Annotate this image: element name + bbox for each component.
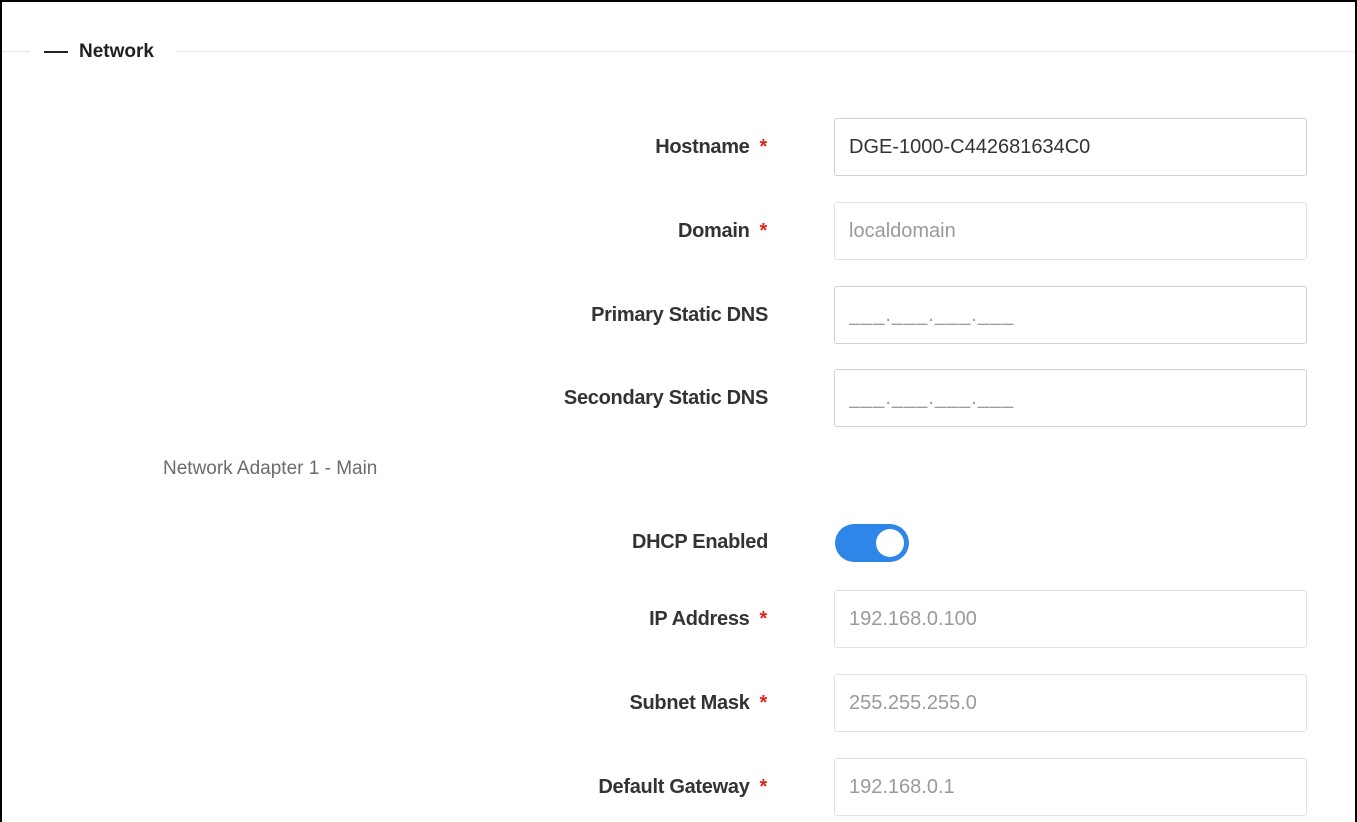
dhcp-row: DHCP Enabled xyxy=(2,513,1357,571)
network-section-header[interactable]: Network xyxy=(30,38,176,66)
subnet-mask-input[interactable] xyxy=(834,674,1307,732)
required-indicator: * xyxy=(759,691,768,714)
dhcp-label: DHCP Enabled xyxy=(631,530,768,553)
required-indicator: * xyxy=(759,607,768,630)
dhcp-toggle[interactable] xyxy=(835,524,909,562)
secondary-dns-input[interactable] xyxy=(834,369,1307,427)
ip-address-label: IP Address * xyxy=(649,607,768,630)
domain-row: Domain * xyxy=(2,202,1357,260)
section-title: Network xyxy=(79,41,154,62)
network-settings-panel: Network Hostname* Domain* Primary Static… xyxy=(0,0,1357,822)
secondary-dns-label: Secondary Static DNS xyxy=(563,386,768,409)
domain-input[interactable] xyxy=(834,202,1307,260)
primary-dns-label: Primary Static DNS xyxy=(591,303,768,326)
section-divider xyxy=(2,51,1355,52)
primary-dns-input[interactable] xyxy=(834,286,1307,344)
minus-icon[interactable] xyxy=(44,51,68,53)
default-gateway-input[interactable] xyxy=(834,758,1307,816)
required-indicator: * xyxy=(759,135,768,158)
toggle-knob xyxy=(876,529,904,557)
default-gateway-label: Default Gateway * xyxy=(598,775,768,798)
adapter-section-title: Network Adapter 1 - Main xyxy=(163,458,378,479)
hostname-row: Hostname * xyxy=(2,118,1357,176)
hostname-label: Hostname * xyxy=(655,135,768,158)
required-indicator: * xyxy=(759,775,768,798)
ip-address-row: IP Address * xyxy=(2,590,1357,648)
secondary-dns-row: Secondary Static DNS xyxy=(2,369,1357,427)
primary-dns-row: Primary Static DNS xyxy=(2,286,1357,344)
ip-address-input[interactable] xyxy=(834,590,1307,648)
required-indicator: * xyxy=(759,219,768,242)
domain-label: Domain * xyxy=(677,219,768,242)
default-gateway-row: Default Gateway * xyxy=(2,758,1357,816)
subnet-mask-row: Subnet Mask * xyxy=(2,674,1357,732)
hostname-input[interactable] xyxy=(834,118,1307,176)
subnet-mask-label: Subnet Mask * xyxy=(629,691,768,714)
